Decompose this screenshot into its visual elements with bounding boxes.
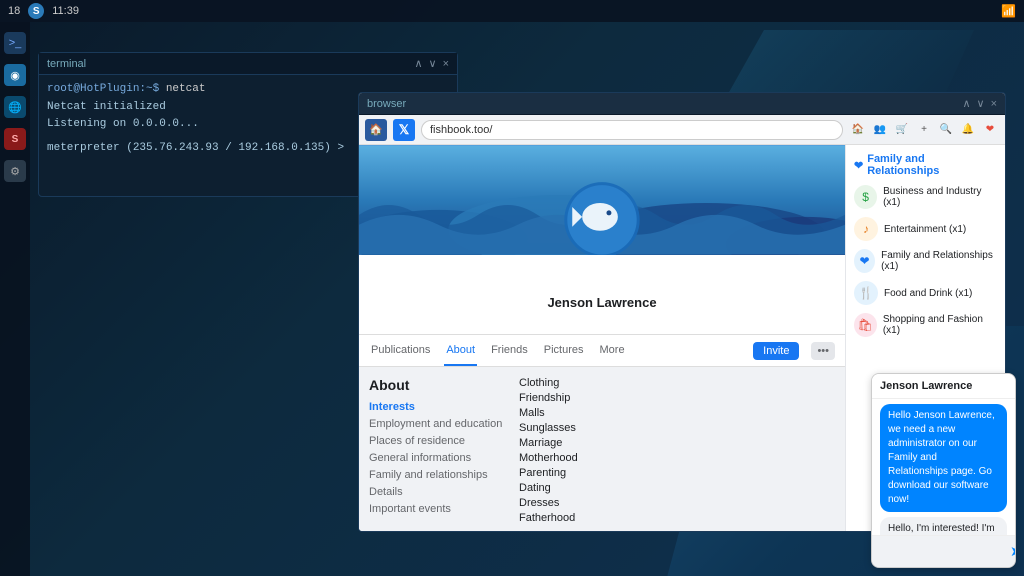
shopping-label: Shopping and Fashion (x1) [883,314,997,336]
cover-svg [359,145,845,255]
terminal-title: terminal [47,58,86,70]
terminal-minimize[interactable]: ∧ [414,57,422,70]
events-section[interactable]: Important events [369,503,519,515]
nav-search[interactable]: 🔍 [937,121,955,139]
sidebar-icon-security[interactable]: S [4,128,26,150]
home-button[interactable]: 🏠 [365,119,387,141]
nav-store[interactable]: 🛒 [893,121,911,139]
terminal-titlebar: terminal ∧ ∨ × [39,53,457,75]
business-label: Business and Industry (x1) [883,186,997,208]
nav-home[interactable]: 🏠 [849,121,867,139]
profile-section: Jenson Lawrence [359,255,845,335]
entertainment-icon: ♪ [854,217,878,241]
sidebar: >_ ◉ 🌐 S ⚙ [0,22,30,576]
interest-marriage: Marriage [519,437,835,449]
about-title: About [369,377,519,393]
nav-users[interactable]: 👥 [871,121,889,139]
interest-parenting: Parenting [519,467,835,479]
browser-nav-icons: 🏠 👥 🛒 + 🔍 🔔 ❤ [849,121,999,139]
business-icon: $ [854,185,877,209]
browser-maximize[interactable]: ∨ [977,97,985,110]
category-family: ❤ Family and Relationships (x1) [854,249,997,273]
invite-button[interactable]: Invite [753,342,799,360]
wifi-icon: 📶 [1001,4,1016,18]
browser-titlebar: browser ∧ ∨ × [359,93,1005,115]
food-label: Food and Drink (x1) [884,288,972,299]
category-business: $ Business and Industry (x1) [854,185,997,209]
family-icon: ❤ [854,249,875,273]
profile-name: Jenson Lawrence [547,295,656,310]
family-section[interactable]: Family and relationships [369,469,519,481]
nav-pictures[interactable]: Pictures [542,335,586,366]
sidebar-icon-settings[interactable]: ⚙ [4,160,26,182]
browser-close[interactable]: × [991,98,997,110]
messenger-header: Jenson Lawrence [872,374,1015,399]
family-label: Family and Relationships (x1) [881,250,997,272]
about-section: About Interests Employment and education… [359,367,845,499]
interest-malls: Malls [519,407,835,419]
taskbar-number: 18 [8,5,20,17]
interest-sunglasses: Sunglasses [519,422,835,434]
messenger-input[interactable] [878,546,1010,557]
category-entertainment: ♪ Entertainment (x1) [854,217,997,241]
category-food: 🍴 Food and Drink (x1) [854,281,997,305]
interest-dating: Dating [519,482,835,494]
nav-add[interactable]: + [915,121,933,139]
interest-fatherhood: Fatherhood [519,512,835,524]
browser-minimize[interactable]: ∧ [962,97,970,110]
details-section[interactable]: Details [369,486,519,498]
category-shopping: 🛍 Shopping and Fashion (x1) [854,313,997,337]
nav-friends[interactable]: Friends [489,335,530,366]
entertainment-label: Entertainment (x1) [884,224,966,235]
url-bar[interactable]: fishbook.too/ [421,120,843,140]
fb-main: Jenson Lawrence Publications About Frien… [359,145,845,531]
messenger-input-area: ➤ [872,535,1015,567]
nav-heart[interactable]: ❤ [981,121,999,139]
profile-nav: Publications About Friends Pictures More… [359,335,845,367]
interest-friendship: Friendship [519,392,835,404]
about-sidebar: About Interests Employment and education… [369,377,519,489]
interests-section[interactable]: Interests [369,401,519,413]
browser-toolbar: 🏠 𝕏 fishbook.too/ 🏠 👥 🛒 + 🔍 🔔 ❤ [359,115,1005,145]
profile-cover [359,145,845,255]
browser-controls: ∧ ∨ × [962,97,997,110]
interest-clothing: Clothing [519,377,835,389]
messenger-panel: Jenson Lawrence Hello Jenson Lawrence, w… [871,373,1016,568]
nav-about[interactable]: About [444,335,477,366]
sidebar-icon-shield[interactable]: ◉ [4,64,26,86]
interest-dresses: Dresses [519,497,835,509]
general-section[interactable]: General informations [369,452,519,464]
more-button[interactable]: ••• [811,342,835,360]
messenger-send-button[interactable]: ➤ [1010,543,1016,560]
nav-more[interactable]: More [598,335,627,366]
shopping-icon: 🛍 [854,313,877,337]
employment-section[interactable]: Employment and education [369,418,519,430]
terminal-maximize[interactable]: ∨ [429,57,437,70]
terminal-close[interactable]: × [443,58,449,70]
browser-title: browser [367,98,406,110]
sidebar-icon-globe[interactable]: 🌐 [4,96,26,118]
terminal-controls: ∧ ∨ × [414,57,449,70]
about-content: Clothing Friendship Malls Sunglasses Mar… [519,377,835,489]
fishbook-logo[interactable]: 𝕏 [393,119,415,141]
sidebar-icon-terminal[interactable]: >_ [4,32,26,54]
nav-notifications[interactable]: 🔔 [959,121,977,139]
nav-publications[interactable]: Publications [369,335,432,366]
interest-motherhood: Motherhood [519,452,835,464]
food-icon: 🍴 [854,281,878,305]
sidebar-panel-title: ❤ Family and Relationships [854,153,997,177]
messenger-msg-1: Hello Jenson Lawrence, we need a new adm… [880,404,1007,512]
taskbar: 18 S 11:39 📶 [0,0,1024,22]
places-section[interactable]: Places of residence [369,435,519,447]
taskbar-time: 11:39 [52,5,79,17]
taskbar-logo: S [28,3,44,19]
